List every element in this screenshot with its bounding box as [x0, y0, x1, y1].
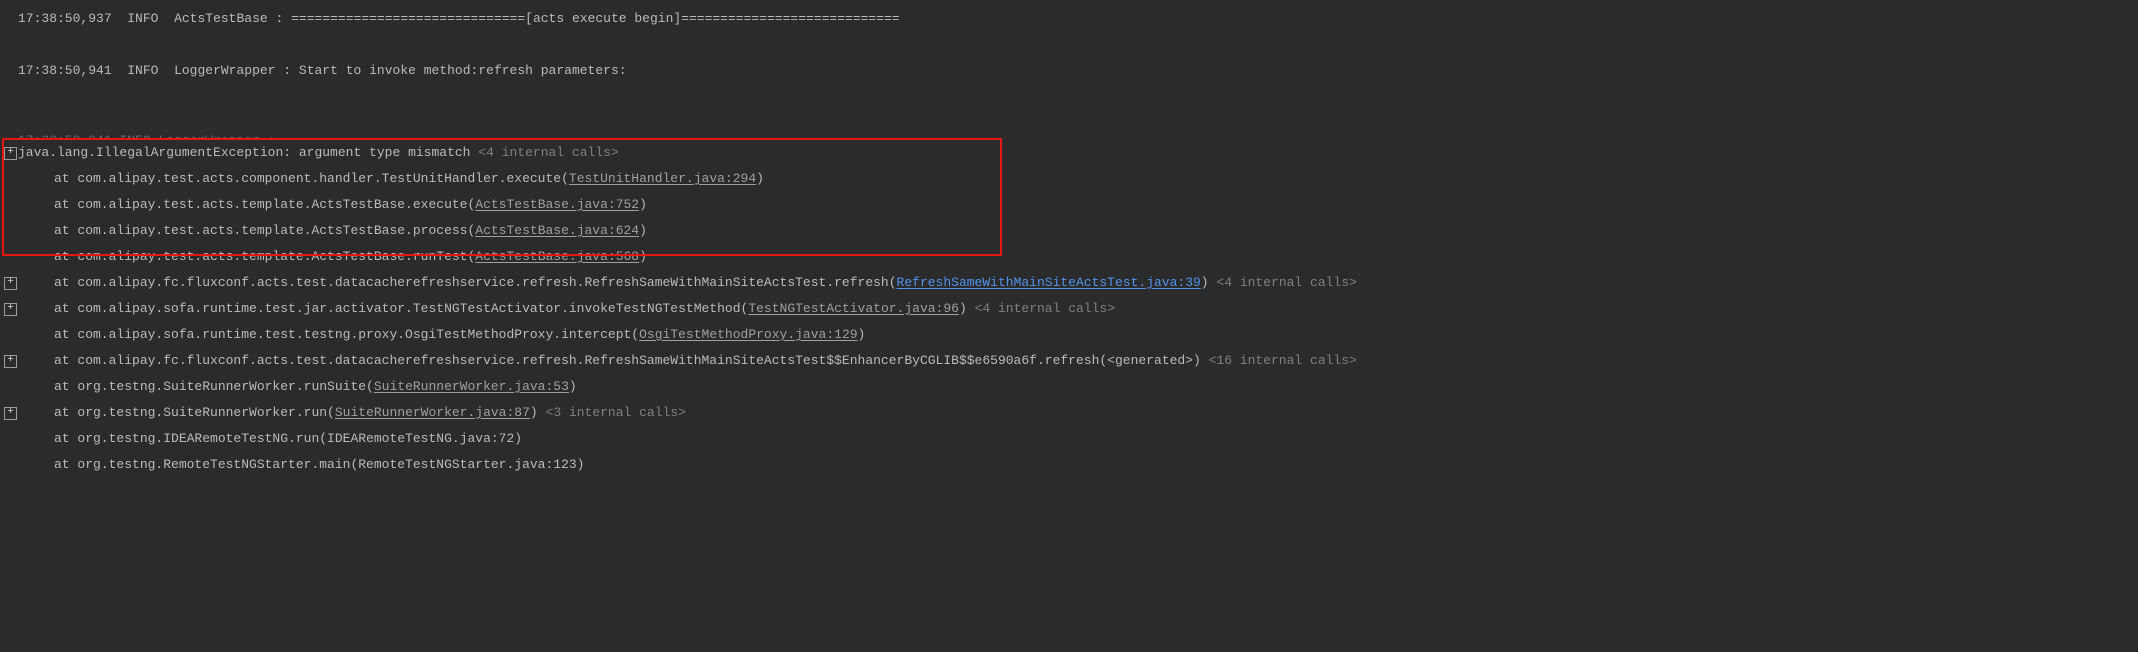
log-message: ==============================[acts exec…	[291, 11, 900, 26]
log-level: INFO	[127, 11, 158, 26]
expand-icon[interactable]: +	[4, 407, 17, 420]
source-link[interactable]: TestNGTestActivator.java:96	[748, 301, 959, 316]
trace-text: at com.alipay.test.acts.template.ActsTes…	[54, 249, 475, 264]
log-message: Start to invoke method:refresh parameter…	[299, 63, 627, 78]
source-link[interactable]: ActsTestBase.java:568	[475, 249, 639, 264]
source-link[interactable]: ActsTestBase.java:752	[475, 197, 639, 212]
trace-line: + at com.alipay.fc.fluxconf.acts.test.dat…	[0, 270, 2138, 296]
internal-calls-label: <4 internal calls>	[478, 145, 618, 160]
trace-line: + at org.testng.SuiteRunnerWorker.run(Sui…	[0, 400, 2138, 426]
source-link[interactable]: ActsTestBase.java:624	[475, 223, 639, 238]
trace-text: at org.testng.RemoteTestNGStarter.main(R…	[54, 457, 585, 472]
trace-text: at org.testng.SuiteRunnerWorker.runSuite…	[54, 379, 374, 394]
trace-text: )	[858, 327, 866, 342]
internal-calls-label: <4 internal calls>	[967, 301, 1115, 316]
trace-text: at com.alipay.sofa.runtime.test.jar.acti…	[54, 301, 748, 316]
trace-text: at com.alipay.test.acts.component.handle…	[54, 171, 569, 186]
trace-line: at com.alipay.sofa.runtime.test.testng.p…	[0, 322, 2138, 348]
source-link[interactable]: SuiteRunnerWorker.java:87	[335, 405, 530, 420]
trace-text: )	[569, 379, 577, 394]
trace-line: + at com.alipay.fc.fluxconf.acts.test.dat…	[0, 348, 2138, 374]
exception-text: java.lang.IllegalArgumentException: argu…	[18, 145, 470, 160]
log-line: 17:38:50,937 INFO ActsTestBase : =======…	[0, 6, 2138, 32]
stacktrace-block: 17:38:50,941 INFO LoggerWrapper : + java…	[0, 128, 2138, 478]
trace-text: at com.alipay.fc.fluxconf.acts.test.data…	[54, 275, 897, 290]
trace-line: at com.alipay.test.acts.component.handle…	[0, 166, 2138, 192]
exception-header: + java.lang.IllegalArgumentException: ar…	[0, 140, 2138, 166]
trace-text: )	[639, 223, 647, 238]
log-timestamp: 17:38:50,941	[18, 63, 112, 78]
trace-text: )	[530, 405, 538, 420]
console-output: 17:38:50,937 INFO ActsTestBase : =======…	[0, 0, 2138, 478]
expand-icon[interactable]: +	[4, 277, 17, 290]
trace-line: at com.alipay.test.acts.template.ActsTes…	[0, 244, 2138, 270]
trace-text: )	[959, 301, 967, 316]
internal-calls-label: <3 internal calls>	[538, 405, 686, 420]
expand-icon[interactable]: +	[4, 147, 17, 160]
source-link[interactable]: OsgiTestMethodProxy.java:129	[639, 327, 857, 342]
expand-icon[interactable]: +	[4, 303, 17, 316]
log-line: 17:38:50,941 INFO LoggerWrapper : Start …	[0, 58, 2138, 84]
trace-line: at org.testng.RemoteTestNGStarter.main(R…	[0, 452, 2138, 478]
trace-lines: at com.alipay.test.acts.component.handle…	[0, 166, 2138, 478]
internal-calls-label: <16 internal calls>	[1201, 353, 1357, 368]
trace-text: )	[1201, 275, 1209, 290]
blank-line	[0, 84, 2138, 110]
trace-line: at com.alipay.test.acts.template.ActsTes…	[0, 192, 2138, 218]
trace-text: at org.testng.SuiteRunnerWorker.run(	[54, 405, 335, 420]
trace-text: )	[756, 171, 764, 186]
log-logger: LoggerWrapper	[174, 63, 275, 78]
log-level: INFO	[127, 63, 158, 78]
trace-text: at com.alipay.fc.fluxconf.acts.test.data…	[54, 353, 1201, 368]
trace-text: at com.alipay.sofa.runtime.test.testng.p…	[54, 327, 639, 342]
trace-line: at org.testng.IDEARemoteTestNG.run(IDEAR…	[0, 426, 2138, 452]
log-logger: ActsTestBase	[174, 11, 268, 26]
blank-line	[0, 32, 2138, 58]
log-timestamp: 17:38:50,937	[18, 11, 112, 26]
trace-line: at com.alipay.test.acts.template.ActsTes…	[0, 218, 2138, 244]
trace-text: at com.alipay.test.acts.template.ActsTes…	[54, 223, 475, 238]
internal-calls-label: <4 internal calls>	[1209, 275, 1357, 290]
trace-text: )	[639, 197, 647, 212]
trace-text: at com.alipay.test.acts.template.ActsTes…	[54, 197, 475, 212]
trace-text: at org.testng.IDEARemoteTestNG.run(IDEAR…	[54, 431, 522, 446]
source-link[interactable]: TestUnitHandler.java:294	[569, 171, 756, 186]
source-link[interactable]: RefreshSameWithMainSiteActsTest.java:39	[897, 275, 1201, 290]
trace-line: + at com.alipay.sofa.runtime.test.jar.act…	[0, 296, 2138, 322]
source-link[interactable]: SuiteRunnerWorker.java:53	[374, 379, 569, 394]
trace-text: )	[639, 249, 647, 264]
trace-line: at org.testng.SuiteRunnerWorker.runSuite…	[0, 374, 2138, 400]
cutoff-log-line: 17:38:50,941 INFO LoggerWrapper :	[0, 128, 2138, 140]
expand-icon[interactable]: +	[4, 355, 17, 368]
